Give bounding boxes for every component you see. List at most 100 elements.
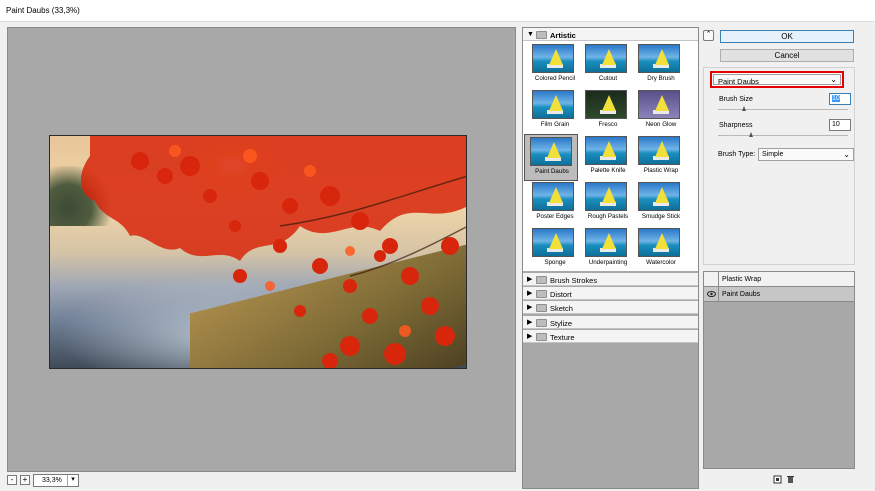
filter-select-value: Paint Daubs	[718, 77, 759, 86]
sharpness-slider-knob[interactable]	[748, 132, 753, 137]
filter-label: Cutout	[598, 75, 618, 82]
filter-label: Sponge	[544, 259, 566, 266]
visibility-toggle[interactable]	[704, 287, 719, 301]
folder-icon	[536, 31, 547, 39]
thumbnail-image	[638, 136, 680, 165]
triangle-down-icon: ▼	[527, 31, 534, 38]
sharpness-label: Sharpness	[719, 122, 753, 129]
thumbnail-image	[585, 228, 627, 257]
filter-thumb[interactable]: Cutout	[581, 42, 631, 88]
triangle-right-icon: ▶	[527, 333, 533, 340]
folder-icon	[536, 276, 547, 284]
thumbnail-image	[638, 90, 680, 119]
category-distort[interactable]: ▶ Distort	[523, 287, 698, 300]
thumbnail-image	[638, 228, 680, 257]
chevron-down-icon: ⌄	[830, 75, 837, 84]
triangle-right-icon: ▶	[527, 290, 533, 297]
filter-label: Neon Glow	[645, 121, 677, 128]
zoom-out-button[interactable]: -	[7, 475, 17, 485]
folder-icon	[536, 333, 547, 341]
zoom-controls: - + 33,3% ▾	[7, 474, 127, 488]
thumbnail-image	[585, 44, 627, 73]
brush-type-label: Brush Type:	[718, 151, 756, 158]
category-stylize[interactable]: ▶ Stylize	[523, 316, 698, 329]
filter-label: Paint Daubs	[535, 168, 569, 175]
filter-thumb[interactable]: Film Grain	[528, 88, 578, 134]
filter-gallery: ▼ Artistic Colored Pencil Cutout Dry Bru…	[522, 27, 699, 489]
folder-icon	[536, 319, 547, 327]
preview-leaves	[81, 136, 466, 368]
brush-type-select[interactable]: Simple ⌄	[758, 148, 854, 161]
filter-label: Plastic Wrap	[643, 167, 679, 174]
filter-select[interactable]: Paint Daubs ⌄	[713, 74, 841, 86]
collapse-gallery-icon[interactable]: ⌃	[703, 30, 714, 41]
category-label: Artistic	[550, 31, 576, 40]
category-sketch[interactable]: ▶ Sketch	[523, 301, 698, 314]
preview-image	[49, 135, 467, 369]
category-brush-strokes[interactable]: ▶ Brush Strokes	[523, 273, 698, 286]
preview-area[interactable]	[7, 27, 516, 472]
folder-icon	[536, 290, 547, 298]
thumbnail-image	[532, 44, 574, 73]
filter-label: Smudge Stick	[641, 213, 681, 220]
filter-thumb[interactable]: Watercolor	[634, 226, 684, 272]
filter-thumb-selected[interactable]: Paint Daubs	[524, 134, 578, 181]
brush-size-slider-knob[interactable]	[742, 106, 746, 111]
trash-icon[interactable]	[786, 475, 795, 484]
filter-thumb[interactable]: Sponge	[528, 226, 578, 272]
filter-label: Film Grain	[540, 121, 570, 128]
filter-label: Dry Brush	[647, 75, 675, 82]
sharpness-slider[interactable]	[718, 132, 848, 137]
filter-thumb[interactable]: Neon Glow	[634, 88, 684, 134]
filter-label: Rough Pastels	[587, 213, 629, 220]
filter-thumb[interactable]: Colored Pencil	[528, 42, 578, 88]
zoom-value: 33,3%	[42, 477, 62, 484]
ok-button[interactable]: OK	[720, 30, 854, 43]
filter-thumb[interactable]: Smudge Stick	[634, 180, 684, 226]
filter-thumbnails: Colored Pencil Cutout Dry Brush Film Gra…	[523, 41, 698, 271]
cancel-button[interactable]: Cancel	[720, 49, 854, 62]
effect-layer-selected[interactable]: Paint Daubs	[704, 287, 854, 302]
effect-layer[interactable]: Plastic Wrap	[704, 272, 854, 287]
category-label: Texture	[550, 333, 575, 342]
brush-size-value: 10	[832, 95, 840, 102]
new-effect-layer-icon[interactable]	[773, 475, 782, 484]
visibility-toggle[interactable]	[704, 272, 719, 286]
thumbnail-image	[532, 90, 574, 119]
filter-thumb[interactable]: Rough Pastels	[581, 180, 631, 226]
filter-thumb[interactable]: Fresco	[581, 88, 631, 134]
title-bar: Paint Daubs (33,3%)	[0, 0, 875, 22]
category-label: Distort	[550, 290, 572, 299]
filter-thumb[interactable]: Plastic Wrap	[634, 134, 684, 180]
filter-label: Fresco	[598, 121, 618, 128]
triangle-right-icon: ▶	[527, 304, 533, 311]
category-label: Brush Strokes	[550, 276, 598, 285]
folder-icon	[536, 304, 547, 312]
brush-size-input[interactable]: 10	[829, 93, 851, 105]
sharpness-input[interactable]: 10	[829, 119, 851, 131]
category-label: Sketch	[550, 304, 573, 313]
zoom-dropdown-icon[interactable]: ▾	[67, 475, 78, 486]
triangle-right-icon: ▶	[527, 319, 533, 326]
thumbnail-image	[532, 228, 574, 257]
filter-label: Colored Pencil	[534, 75, 576, 82]
filter-thumb[interactable]: Underpainting	[581, 226, 631, 272]
thumbnail-image	[585, 90, 627, 119]
category-texture[interactable]: ▶ Texture	[523, 330, 698, 343]
zoom-in-button[interactable]: +	[20, 475, 30, 485]
filter-thumb[interactable]: Dry Brush	[634, 42, 684, 88]
thumbnail-image	[585, 182, 627, 211]
chevron-down-icon: ⌄	[843, 150, 850, 159]
effect-layer-name: Plastic Wrap	[722, 276, 762, 283]
settings-panel: ⌃ OK Cancel Paint Daubs ⌄ Brush Size 10 …	[703, 27, 872, 489]
filter-label: Palette Knife	[590, 167, 626, 174]
filter-settings: Paint Daubs ⌄ Brush Size 10 Sharpness 10…	[703, 67, 855, 265]
filter-thumb[interactable]: Poster Edges	[528, 180, 578, 226]
brush-size-slider[interactable]	[718, 106, 848, 111]
category-artistic[interactable]: ▼ Artistic	[523, 28, 698, 41]
filter-thumb[interactable]: Palette Knife	[581, 134, 631, 180]
category-label: Stylize	[550, 319, 573, 328]
thumbnail-image	[638, 182, 680, 211]
effect-layer-name: Paint Daubs	[722, 291, 761, 298]
thumbnail-image	[530, 137, 572, 166]
